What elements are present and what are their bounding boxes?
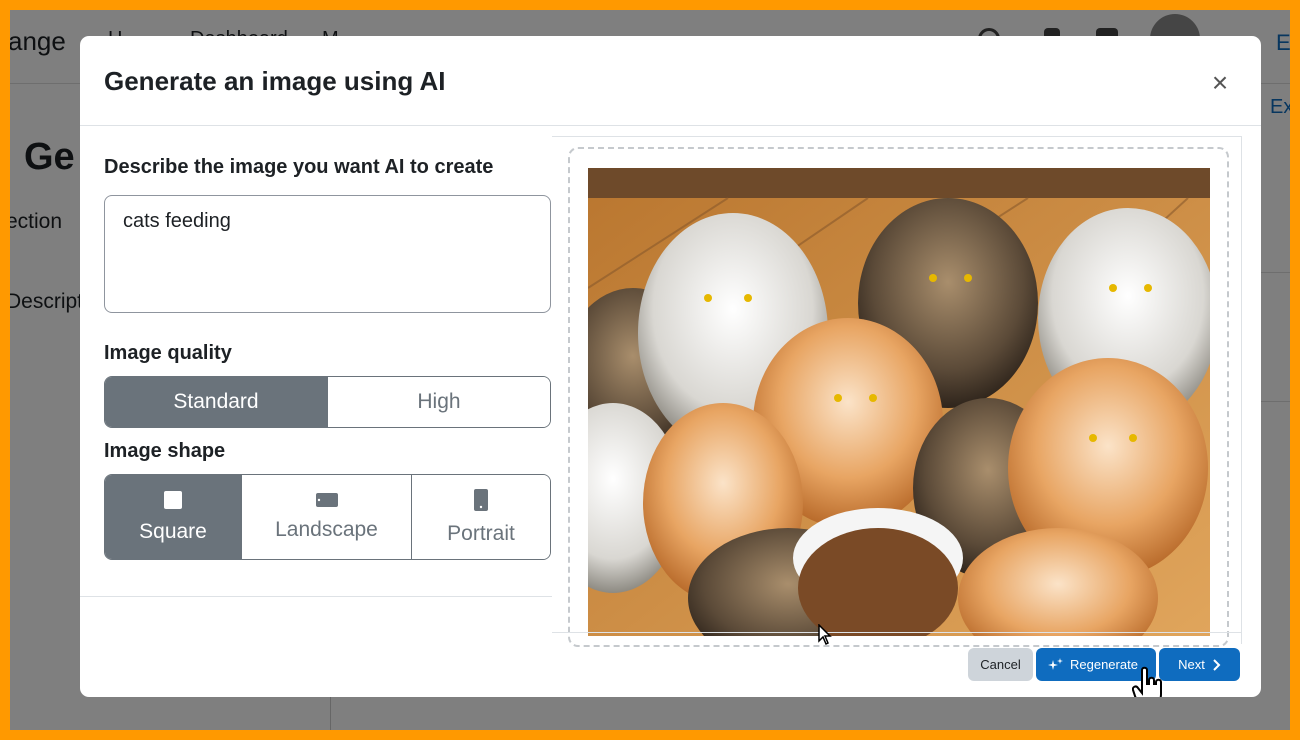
- hand-cursor-icon: [1132, 666, 1162, 697]
- close-icon[interactable]: ×: [1208, 69, 1232, 97]
- quality-high-button[interactable]: High: [328, 377, 550, 427]
- modal-title: Generate an image using AI: [104, 66, 446, 96]
- modal-header: Generate an image using AI ×: [80, 36, 1261, 126]
- next-label: Next: [1178, 657, 1205, 672]
- ai-image-modal: Generate an image using AI × Describe th…: [80, 36, 1261, 697]
- quality-standard-button[interactable]: Standard: [105, 377, 328, 427]
- arrow-cursor-icon: [818, 624, 832, 646]
- image-preview-frame: [568, 147, 1229, 647]
- shape-portrait-label: Portrait: [447, 522, 515, 545]
- shape-label: Image shape: [104, 440, 226, 462]
- generated-image[interactable]: [588, 168, 1210, 636]
- shape-square-button[interactable]: Square: [105, 475, 242, 559]
- landscape-icon: [315, 493, 338, 507]
- portrait-icon: [474, 489, 488, 511]
- form-divider: [80, 596, 552, 597]
- regenerate-label: Regenerate: [1070, 657, 1138, 672]
- next-button[interactable]: Next: [1159, 648, 1240, 681]
- shape-landscape-button[interactable]: Landscape: [242, 475, 412, 559]
- square-icon: [164, 491, 182, 509]
- chevron-right-icon: [1213, 658, 1221, 671]
- footer-divider: [552, 632, 1242, 633]
- preview-column: [552, 136, 1242, 647]
- prompt-label: Describe the image you want AI to create: [104, 156, 494, 178]
- shape-square-label: Square: [139, 520, 207, 543]
- quality-selector: Standard High: [104, 376, 551, 428]
- quality-label: Image quality: [104, 342, 232, 364]
- cancel-button[interactable]: Cancel: [968, 648, 1033, 681]
- shape-portrait-button[interactable]: Portrait: [412, 475, 550, 559]
- prompt-textarea[interactable]: cats feeding: [104, 195, 551, 313]
- sparkle-icon: [1048, 657, 1063, 670]
- shape-landscape-label: Landscape: [275, 518, 378, 541]
- screen-frame: ange H Dashboard M E Ex Ge ection Descri…: [10, 10, 1290, 730]
- shape-selector: Square Landscape Portrait: [104, 474, 551, 560]
